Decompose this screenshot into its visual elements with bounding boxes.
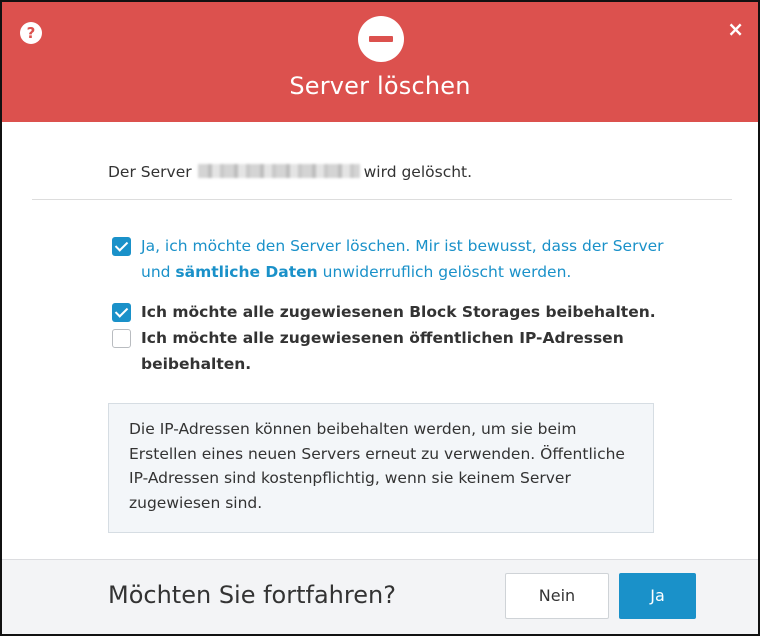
close-icon[interactable]: × xyxy=(727,16,744,42)
info-text: Die IP-Adressen können beibehalten werde… xyxy=(129,420,625,512)
help-icon[interactable]: ? xyxy=(20,22,42,44)
delete-server-dialog: ? × Server löschen Der Server wird gelösc… xyxy=(0,0,760,636)
keep-public-ips-label: Ich möchte alle zugewiesenen öffentliche… xyxy=(141,329,624,373)
minus-circle-icon xyxy=(358,16,404,62)
info-box: Die IP-Adressen können beibehalten werde… xyxy=(108,403,654,533)
confirm-delete-text-2: unwiderruflich gelöscht werden. xyxy=(317,263,572,281)
keep-public-ips-checkbox[interactable] xyxy=(112,329,131,348)
keep-block-storage-checkbox[interactable] xyxy=(112,303,131,322)
divider xyxy=(32,199,732,200)
intro-text: Der Server wird gelöscht. xyxy=(108,163,472,181)
server-name-redacted xyxy=(197,164,360,178)
yes-button[interactable]: Ja xyxy=(619,573,696,619)
confirm-question: Möchten Sie fortfahren? xyxy=(108,581,396,609)
intro-prefix: Der Server xyxy=(108,163,192,181)
option-keep-public-ips[interactable]: Ich möchte alle zugewiesenen öffentliche… xyxy=(112,325,672,377)
option-keep-block-storage[interactable]: Ich möchte alle zugewiesenen Block Stora… xyxy=(112,299,672,325)
confirm-delete-checkbox[interactable] xyxy=(112,237,131,256)
intro-suffix: wird gelöscht. xyxy=(363,163,473,181)
keep-block-storage-label: Ich möchte alle zugewiesenen Block Stora… xyxy=(141,303,656,321)
option-confirm-delete[interactable]: Ja, ich möchte den Server löschen. Mir i… xyxy=(112,233,672,285)
dialog-header: ? × Server löschen xyxy=(2,2,758,122)
dialog-title: Server löschen xyxy=(289,72,471,100)
confirm-delete-text-bold: sämtliche Daten xyxy=(175,263,318,281)
no-button[interactable]: Nein xyxy=(505,573,609,619)
dialog-footer: Möchten Sie fortfahren? Nein Ja xyxy=(2,559,758,634)
confirm-delete-label: Ja, ich möchte den Server löschen. Mir i… xyxy=(112,233,672,285)
